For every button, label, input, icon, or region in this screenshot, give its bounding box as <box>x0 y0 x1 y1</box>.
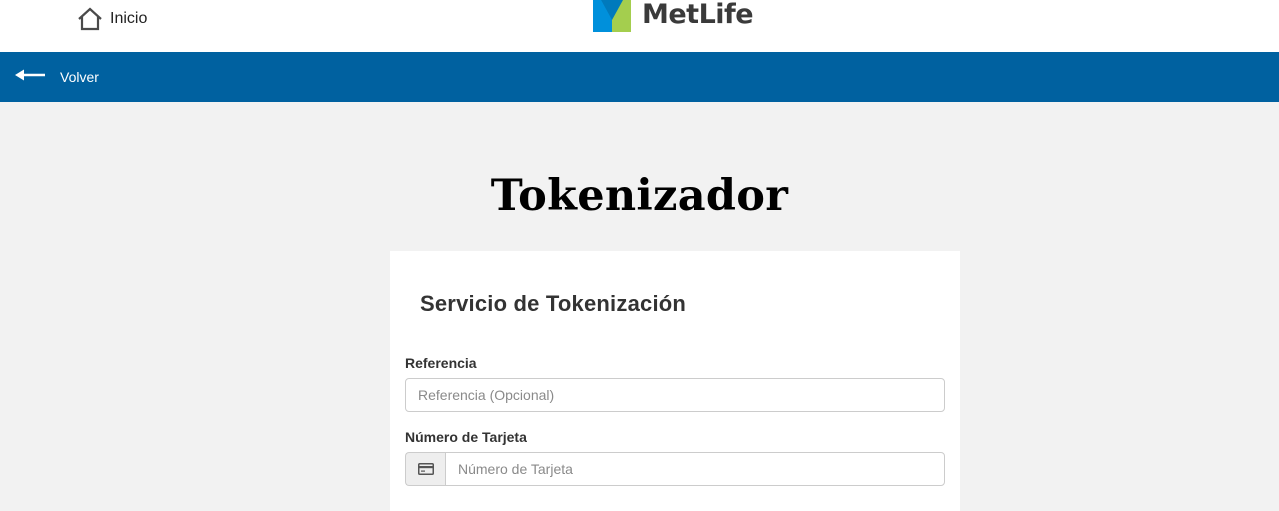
back-button[interactable]: Volver <box>15 52 99 102</box>
home-link[interactable]: Inicio <box>77 5 147 33</box>
card-number-input-group <box>405 452 945 486</box>
reference-label: Referencia <box>405 355 477 371</box>
card-number-label: Número de Tarjeta <box>405 429 527 445</box>
brand-name: MetLife <box>642 0 754 30</box>
navigation-bar: Volver <box>0 52 1279 102</box>
metlife-logo: MetLife <box>593 0 754 32</box>
form-title: Servicio de Tokenización <box>420 291 687 316</box>
card-number-input[interactable] <box>445 452 945 486</box>
metlife-logo-mark <box>593 0 631 32</box>
back-label: Volver <box>60 69 99 85</box>
top-header: Inicio MetLife <box>0 0 1279 52</box>
home-label: Inicio <box>110 10 148 27</box>
home-icon <box>77 7 103 31</box>
arrow-left-icon <box>15 68 45 86</box>
page-title: Tokenizador <box>490 171 789 221</box>
tokenization-form-card: Servicio de Tokenización Referencia Núme… <box>390 251 960 511</box>
credit-card-icon <box>405 452 445 486</box>
reference-input[interactable] <box>405 378 945 412</box>
